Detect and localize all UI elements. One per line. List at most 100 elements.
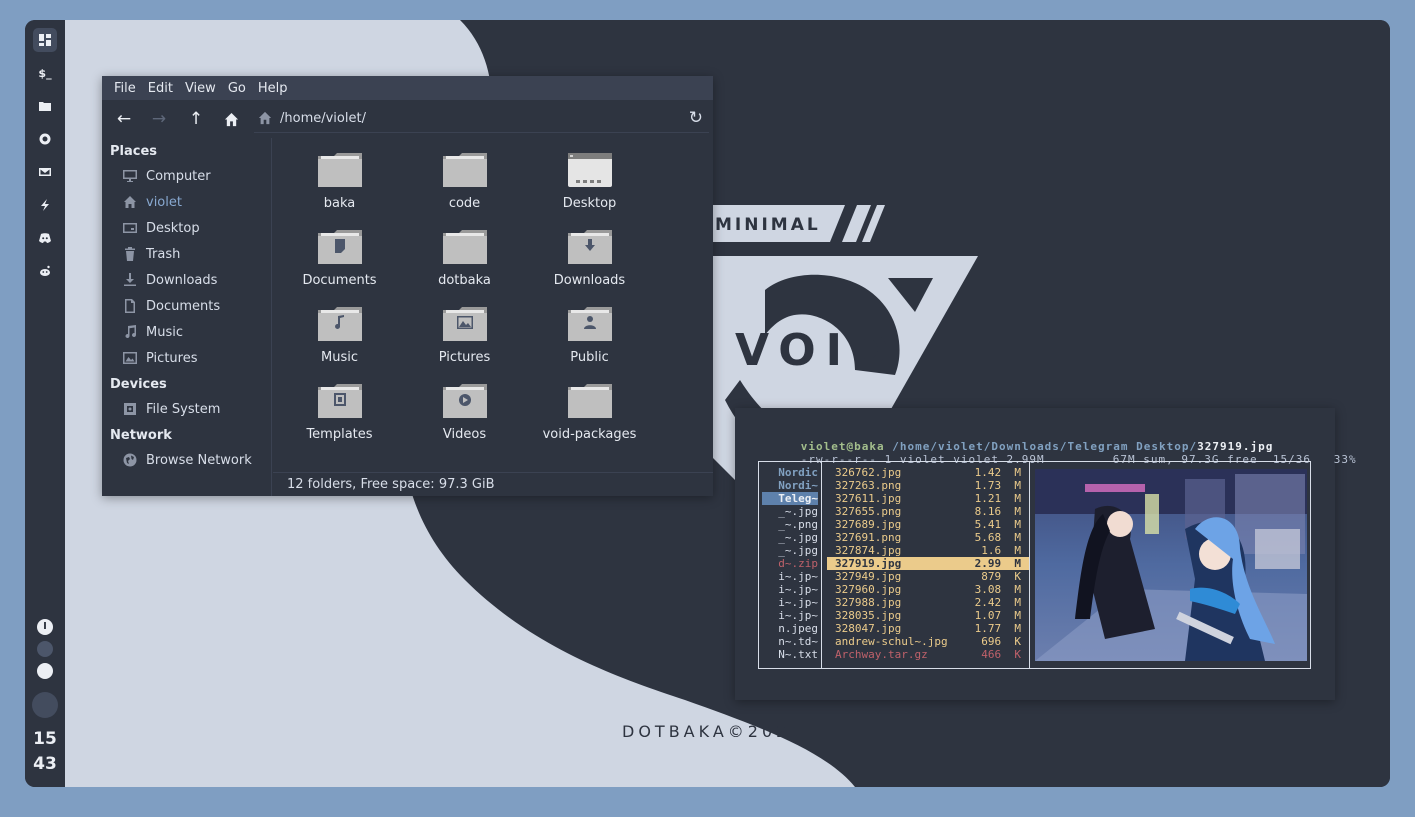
- sidebar-item-downloads[interactable]: Downloads: [122, 269, 217, 291]
- terminal-icon[interactable]: $_: [33, 61, 57, 85]
- file-name: 326762.jpg: [835, 466, 902, 479]
- file-name: 327689.jpg: [835, 518, 902, 531]
- sidebar-item-browse-network[interactable]: Browse Network: [122, 449, 252, 471]
- menu-view[interactable]: View: [179, 81, 222, 96]
- home-icon: [258, 111, 272, 125]
- parent-entry: n.jpeg: [778, 622, 818, 635]
- path-text[interactable]: /home/violet/: [280, 111, 366, 126]
- bolt-icon[interactable]: [33, 193, 57, 217]
- terminal-window[interactable]: violet@baka /home/violet/Downloads/Teleg…: [735, 408, 1356, 700]
- folder-item[interactable]: Videos: [402, 369, 527, 444]
- folder-item[interactable]: Pictures: [402, 292, 527, 367]
- folder-label: Pictures: [438, 350, 491, 365]
- folder-label: void-packages: [542, 427, 637, 442]
- file-size: 1.42 M: [974, 466, 1021, 479]
- menu-bar: File Edit View Go Help: [102, 76, 713, 100]
- file-size: 8.16 M: [974, 505, 1021, 518]
- avatar[interactable]: [32, 692, 58, 718]
- sidebar-item-computer[interactable]: Computer: [122, 165, 211, 187]
- file-entry: 326762.jpg 1.42 M: [827, 466, 1029, 479]
- status-dot-light[interactable]: [37, 663, 53, 679]
- folder-label: Templates: [306, 427, 373, 442]
- drive-icon: [122, 401, 138, 417]
- sidebar-item-documents[interactable]: Documents: [122, 295, 220, 317]
- folder-label: Public: [570, 350, 609, 365]
- file-entry: 327988.jpg 2.42 M: [827, 596, 1029, 609]
- folder-item[interactable]: Templates: [277, 369, 402, 444]
- discord-icon[interactable]: [33, 226, 57, 250]
- folder-label: code: [448, 196, 481, 211]
- home-button[interactable]: [219, 108, 243, 130]
- sidebar-item-file-system[interactable]: File System: [122, 398, 220, 420]
- file-name: Archway.tar.gz: [835, 648, 928, 661]
- folder-label: Documents: [302, 273, 377, 288]
- forward-button[interactable]: →: [147, 108, 171, 130]
- status-dot-dim[interactable]: [37, 641, 53, 657]
- file-name: 327263.png: [835, 479, 902, 492]
- video-folder-icon: [442, 384, 487, 418]
- menu-go[interactable]: Go: [222, 81, 252, 96]
- music-icon: [122, 324, 138, 340]
- menu-edit[interactable]: Edit: [142, 81, 179, 96]
- menu-help[interactable]: Help: [252, 81, 294, 96]
- up-button[interactable]: ↑: [184, 108, 208, 130]
- folder-item[interactable]: code: [402, 138, 527, 213]
- folder-item[interactable]: void-packages: [527, 369, 652, 444]
- file-entry: Archway.tar.gz 466 K: [827, 648, 1029, 661]
- folder-grid: baka code Desktop Documents dotbaka Downloads…: [273, 138, 713, 468]
- desktop-screen: MINIMAL VOID DOTBAKA©2021 $_ I 15 43 Fil…: [25, 20, 1390, 787]
- sidebar-item-music[interactable]: Music: [122, 321, 183, 343]
- file-name: 327988.jpg: [835, 596, 902, 609]
- file-size: 2.99 M: [974, 557, 1021, 570]
- file-size: 696 K: [981, 635, 1021, 648]
- file-entry: andrew-schul~.jpg 696 K: [827, 635, 1029, 648]
- current-directory-pane: 326762.jpg 1.42 M 327263.png 1.73 M 327611.j…: [823, 462, 1030, 668]
- parent-entry: _~.jpg: [778, 531, 818, 544]
- parent-entry: i~.jp~: [778, 596, 818, 609]
- sidebar-item-pictures[interactable]: Pictures: [122, 347, 197, 369]
- folder-label: Downloads: [553, 273, 626, 288]
- file-name: 327611.jpg: [835, 492, 902, 505]
- file-size: 879 K: [981, 570, 1021, 583]
- user-folder-icon: [567, 307, 612, 341]
- file-size: 2.42 M: [974, 596, 1021, 609]
- mail-icon[interactable]: [33, 160, 57, 184]
- folder-item[interactable]: Desktop: [527, 138, 652, 213]
- status-indicator-icon[interactable]: I: [37, 619, 53, 635]
- folder-item[interactable]: Public: [527, 292, 652, 367]
- reload-button[interactable]: ↻: [689, 108, 703, 128]
- file-size: 466 K: [981, 648, 1021, 661]
- parent-entry: _~.jpg: [778, 544, 818, 557]
- sidebar: Places Computer violet Desktop Trash Dow…: [102, 138, 272, 496]
- folder-item[interactable]: Downloads: [527, 215, 652, 290]
- sidebar-item-violet[interactable]: violet: [122, 191, 182, 213]
- sidebar-item-label: Computer: [146, 168, 211, 184]
- picture-folder-icon: [442, 307, 487, 341]
- file-size: 1.73 M: [974, 479, 1021, 492]
- sidebar-item-desktop[interactable]: Desktop: [122, 217, 200, 239]
- document-folder-icon: [317, 230, 362, 264]
- template-folder-icon: [317, 384, 362, 418]
- file-size: 3.08 M: [974, 583, 1021, 596]
- folder-icon: [442, 230, 487, 264]
- wallpaper-logo-text: VOID: [735, 325, 899, 376]
- settings-icon[interactable]: [33, 127, 57, 151]
- folder-item[interactable]: Documents: [277, 215, 402, 290]
- folder-item[interactable]: dotbaka: [402, 215, 527, 290]
- menu-file[interactable]: File: [108, 81, 142, 96]
- folder-item[interactable]: Music: [277, 292, 402, 367]
- file-name: 327655.png: [835, 505, 902, 518]
- sidebar-item-trash[interactable]: Trash: [122, 243, 180, 265]
- folder-icon[interactable]: [33, 94, 57, 118]
- reddit-icon[interactable]: [33, 259, 57, 283]
- file-entry: 328047.jpg 1.77 M: [827, 622, 1029, 635]
- folder-item[interactable]: baka: [277, 138, 402, 213]
- back-button[interactable]: ←: [112, 108, 136, 130]
- location-bar[interactable]: /home/violet/ ↻: [254, 105, 709, 133]
- dashboard-icon[interactable]: [33, 28, 57, 52]
- ranger-panes: Nordic Nordi~ Teleg~ _~.jpg _~.png _~.jpg _~.j…: [758, 461, 1311, 669]
- file-entry: 327949.jpg 879 K: [827, 570, 1029, 583]
- image-preview: [1035, 469, 1307, 661]
- network-heading: Network: [110, 428, 172, 443]
- status-bar: 12 folders, Free space: 97.3 GiB: [273, 472, 713, 496]
